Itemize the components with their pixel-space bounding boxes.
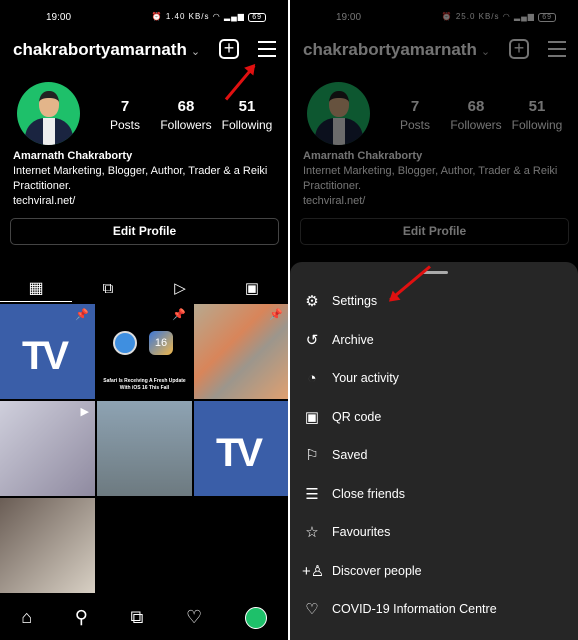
post-tile[interactable]: TV — [194, 401, 288, 496]
post-tile[interactable] — [0, 498, 95, 593]
menu-item-qr-code[interactable]: ▣ QR code — [302, 405, 381, 429]
chevron-down-icon: ⌄ — [190, 46, 201, 58]
hamburger-menu-icon[interactable] — [258, 41, 276, 57]
edit-profile-button[interactable]: Edit Profile — [10, 218, 279, 245]
menu-item-label: Archive — [332, 332, 374, 347]
bookmark-icon: ⚐ — [305, 447, 319, 464]
menu-item-your-activity[interactable]: ◔ Your activity — [302, 366, 399, 390]
menu-item-discover-people[interactable]: +♙ Discover people — [302, 559, 422, 583]
bio: Amarnath Chakraborty Internet Marketing,… — [13, 149, 283, 209]
menu-screen: 19:00 ⏰ 25.0 KB/s ◠ ▂▄▆ 69 chakrabortyam… — [290, 0, 578, 640]
bio-text: Internet Marketing, Blogger, Author, Tra… — [13, 165, 268, 192]
status-bar: 19:00 ⏰ 1.40 KB/s ◠ ▂▄▆ 69 — [0, 10, 288, 26]
star-icon: ☆ — [305, 524, 319, 541]
reels-icon: ⧉ — [102, 279, 114, 297]
menu-item-archive[interactable]: ↺ Archive — [302, 328, 374, 352]
alarm-icon: ⏰ — [151, 12, 163, 21]
menu-item-close-friends[interactable]: ☰ Close friends — [302, 482, 405, 506]
tagged-icon: ▣ — [244, 280, 260, 297]
tab-reels[interactable]: ⧉ — [72, 274, 144, 302]
play-icon: ▷ — [174, 280, 186, 297]
archive-icon: ↺ — [305, 331, 319, 349]
grid-icon: ▦ — [28, 279, 44, 297]
followers-count[interactable]: 68Followers — [151, 98, 221, 132]
menu-item-label: Close friends — [332, 486, 405, 501]
plus-icon: + — [223, 38, 235, 58]
post-tile[interactable]: 📌 — [194, 304, 288, 399]
create-post-button[interactable]: + — [219, 39, 239, 59]
post-tile[interactable]: ▶ — [0, 401, 95, 496]
avatar[interactable] — [17, 82, 80, 145]
pin-icon: 📌 — [269, 309, 283, 321]
post-tile[interactable] — [97, 401, 192, 496]
add-person-icon: +♙ — [302, 562, 325, 580]
tab-grid[interactable]: ▦ — [0, 274, 72, 302]
profile-tabs: ▦ ⧉ ▷ ▣ — [0, 270, 288, 302]
status-icons: ⏰ 1.40 KB/s ◠ ▂▄▆ 69 — [152, 12, 266, 22]
bio-link[interactable]: techviral.net/ — [13, 194, 283, 209]
menu-item-label: Your activity — [332, 371, 399, 385]
menu-item-label: COVID-19 Information Centre — [332, 602, 497, 616]
tab-tagged[interactable]: ▣ — [216, 274, 288, 302]
settings-icon: ⚙ — [305, 293, 319, 310]
menu-item-covid-19-information-centre[interactable]: ♡ COVID-19 Information Centre — [302, 597, 497, 621]
menu-item-label: Discover people — [332, 563, 422, 578]
menu-item-label: Settings — [332, 294, 378, 308]
following-count[interactable]: 51Following — [212, 98, 282, 132]
tab-videos[interactable]: ▷ — [144, 274, 216, 302]
heart-icon[interactable]: ♡ — [186, 607, 202, 628]
menu-item-saved[interactable]: ⚐ Saved — [302, 443, 367, 467]
annotation-arrow — [224, 64, 256, 101]
activity-icon: ◔ — [307, 369, 317, 387]
post-tile[interactable]: TV 📌 — [0, 304, 95, 399]
menu-item-label: Saved — [332, 448, 368, 462]
battery-icon: 69 — [248, 13, 266, 22]
profile-avatar-icon[interactable] — [244, 606, 267, 629]
status-time: 19:00 — [46, 12, 72, 23]
qr-code-icon: ▣ — [304, 408, 320, 426]
post-tile[interactable]: 16 Safari Is Receiving A Fresh Update Wit… — [97, 304, 192, 399]
display-name: Amarnath Chakraborty — [13, 150, 133, 162]
search-icon[interactable]: ⚲ — [75, 607, 88, 628]
network-speed: 1.40 KB/s — [165, 12, 210, 21]
username: chakrabortyamarnath — [13, 40, 187, 59]
covid-icon: ♡ — [305, 601, 319, 618]
reels-icon[interactable]: ⧉ — [131, 607, 144, 628]
menu-item-label: Favourites — [332, 525, 391, 539]
bottom-nav: ⌂ ⚲ ⧉ ♡ — [0, 595, 288, 640]
profile-screen: 19:00 ⏰ 1.40 KB/s ◠ ▂▄▆ 69 chakrabortyam… — [0, 0, 288, 640]
profile-header: chakrabortyamarnath⌄ + — [13, 36, 276, 64]
pin-icon: 📌 — [75, 309, 89, 321]
menu-item-settings[interactable]: ⚙ Settings — [302, 289, 377, 313]
pin-icon: 📌 — [172, 309, 186, 321]
reel-icon: ▶ — [80, 406, 89, 418]
home-icon[interactable]: ⌂ — [21, 607, 32, 628]
menu-sheet: ⚙ Settings ↺ Archive ◔ Your activity ▣ QR code ⚐… — [290, 262, 578, 640]
safari-icon — [113, 331, 137, 355]
signal-icon: ▂▄▆ — [223, 12, 245, 21]
ios16-icon: 16 — [149, 331, 173, 355]
wifi-icon: ◠ — [212, 12, 221, 21]
posts-count[interactable]: 7Posts — [90, 98, 160, 132]
menu-item-label: QR code — [332, 409, 382, 424]
menu-item-favourites[interactable]: ☆ Favourites — [302, 520, 390, 544]
account-switcher[interactable]: chakrabortyamarnath⌄ — [13, 40, 200, 60]
close-friends-icon: ☰ — [305, 485, 319, 503]
